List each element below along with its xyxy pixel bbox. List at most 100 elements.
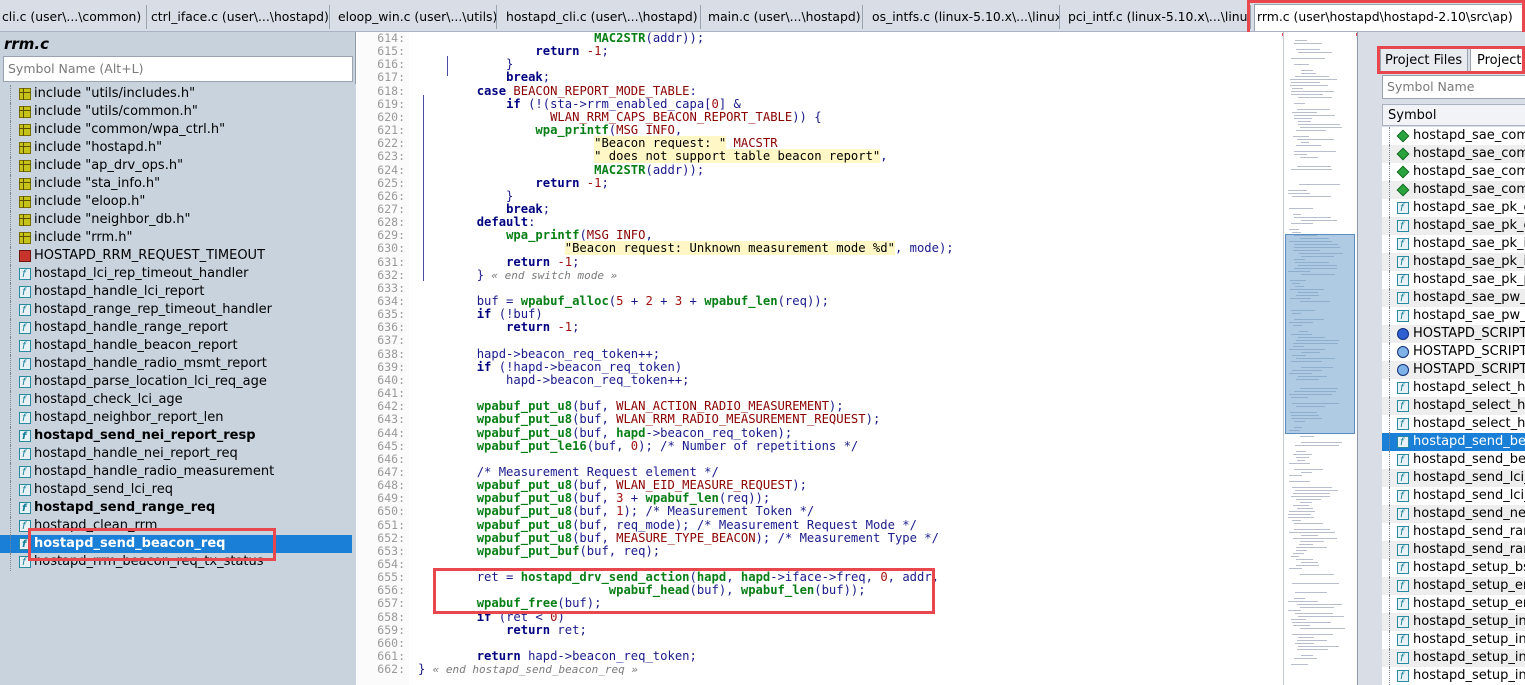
symbol-list-item[interactable]: hostapd_handle_nei_report_req bbox=[0, 445, 352, 464]
tab-ctrl-iface-c[interactable]: ctrl_iface.c (user\...\hostapd) bbox=[149, 5, 330, 29]
symbol-list-item[interactable]: hostapd_send_beacon_req bbox=[0, 535, 352, 554]
symbol-list-item[interactable]: hostapd_range_rep_timeout_handler bbox=[0, 301, 352, 320]
project-symbol-item[interactable]: HOSTAPD_SCRIPT_N bbox=[1382, 361, 1525, 379]
code-line: 614: MAC2STR(addr)); bbox=[357, 32, 1282, 45]
symbol-list-item[interactable]: include "sta_info.h" bbox=[0, 175, 352, 193]
function-icon bbox=[19, 464, 31, 482]
project-symbol-item[interactable]: hostapd_send_nei_r bbox=[1382, 505, 1525, 524]
line-number: 658: bbox=[377, 609, 405, 624]
include-icon bbox=[19, 106, 31, 118]
project-symbol-item[interactable]: hostapd_sae_comm bbox=[1382, 181, 1525, 199]
symbol-list-item[interactable]: include "common/wpa_ctrl.h" bbox=[0, 121, 352, 139]
tab-label: rrm.c (user\hostapd\hostapd-2.10\src\ap) bbox=[1257, 9, 1513, 24]
symbol-search-input[interactable]: Symbol Name (Alt+L) bbox=[3, 56, 353, 82]
project-symbol-item[interactable]: hostapd_sae_comm bbox=[1382, 127, 1525, 145]
tab-eloop-win-c[interactable]: eloop_win.c (user\...\utils) bbox=[336, 5, 497, 29]
project-symbol-item[interactable]: hostapd_sae_pk_in_ bbox=[1382, 235, 1525, 254]
symbol-list-item[interactable]: hostapd_send_range_req bbox=[0, 499, 352, 518]
project-symbol-item[interactable]: hostapd_send_beac bbox=[1382, 451, 1525, 470]
minimap-viewport[interactable] bbox=[1285, 234, 1355, 434]
code-text: /* Measurement Request element */ bbox=[476, 464, 719, 479]
symbol-list-item[interactable]: hostapd_parse_location_lci_req_age bbox=[0, 373, 352, 392]
minimap-line bbox=[1297, 508, 1313, 509]
project-symbol-item[interactable]: hostapd_sae_pk_pa bbox=[1382, 271, 1525, 290]
code-text: if (ret < 0) bbox=[476, 609, 565, 624]
function-icon bbox=[1397, 596, 1409, 614]
symbol-label: include "utils/common.h" bbox=[34, 104, 198, 119]
code-minimap[interactable] bbox=[1283, 32, 1356, 685]
project-symbol-item[interactable]: hostapd_send_rang bbox=[1382, 541, 1525, 560]
minimap-line bbox=[1295, 445, 1339, 446]
project-symbol-item[interactable]: hostapd_sae_pw_id bbox=[1382, 307, 1525, 326]
symbol-list-item[interactable]: include "eloop.h" bbox=[0, 193, 352, 211]
symbol-list-item[interactable]: hostapd_handle_lci_report bbox=[0, 283, 352, 302]
project-symbol-item[interactable]: hostapd_select_hw_ bbox=[1382, 397, 1525, 416]
symbol-list-item[interactable]: hostapd_rrm_beacon_req_tx_status bbox=[0, 553, 352, 572]
symbol-list-item[interactable]: include "utils/includes.h" bbox=[0, 85, 352, 103]
project-symbol-item[interactable]: hostapd_sae_comm bbox=[1382, 145, 1525, 163]
project-symbol-item[interactable]: hostapd_setup_inte bbox=[1382, 649, 1525, 668]
project-symbol-item[interactable]: hostapd_send_rang bbox=[1382, 523, 1525, 542]
symbol-list-item[interactable]: hostapd_handle_radio_measurement bbox=[0, 463, 352, 482]
tab-project-symbols[interactable]: Project S bbox=[1470, 48, 1525, 72]
project-symbol-item[interactable]: hostapd_sae_pk_in_ bbox=[1382, 253, 1525, 272]
symbol-list-item[interactable]: hostapd_handle_beacon_report bbox=[0, 337, 352, 356]
project-symbol-item[interactable]: hostapd_send_lci_re bbox=[1382, 469, 1525, 488]
symbol-list-item[interactable]: include "neighbor_db.h" bbox=[0, 211, 352, 229]
tree-connector bbox=[1389, 451, 1390, 469]
project-symbol-item[interactable]: HOSTAPD_SCRIPT_N bbox=[1382, 325, 1525, 343]
function-icon bbox=[1397, 398, 1409, 416]
symbol-list-item[interactable]: include "hostapd.h" bbox=[0, 139, 352, 157]
include-icon bbox=[19, 142, 31, 154]
project-symbol-item[interactable]: HOSTAPD_SCRIPT_N bbox=[1382, 343, 1525, 361]
project-symbol-item[interactable]: hostapd_setup_inte bbox=[1382, 613, 1525, 632]
symbol-list-item[interactable]: hostapd_lci_rep_timeout_handler bbox=[0, 265, 352, 284]
tab-project-files[interactable]: Project Files bbox=[1380, 48, 1468, 72]
symbol-list-item[interactable]: hostapd_check_lci_age bbox=[0, 391, 352, 410]
minimap-line bbox=[1289, 568, 1302, 569]
symbol-list-item[interactable]: hostapd_neighbor_report_len bbox=[0, 409, 352, 428]
project-symbol-item[interactable]: hostapd_sae_comm bbox=[1382, 163, 1525, 181]
symbol-list-item[interactable]: include "rrm.h" bbox=[0, 229, 352, 247]
symbol-list-item[interactable]: hostapd_handle_range_report bbox=[0, 319, 352, 338]
project-symbol-item[interactable]: hostapd_select_hw_ bbox=[1382, 379, 1525, 398]
symbol-list-item[interactable]: include "ap_drv_ops.h" bbox=[0, 157, 352, 175]
function-icon bbox=[19, 284, 31, 302]
tab-main-c[interactable]: main.c (user\...\hostapd) bbox=[706, 5, 863, 29]
project-symbol-item[interactable]: hostapd_sae_pk_ex bbox=[1382, 199, 1525, 218]
project-symbol-item[interactable]: hostapd_send_lci_re bbox=[1382, 487, 1525, 506]
tab-pci-intf-c[interactable]: pci_intf.c (linux-5.10.x\...\linux) bbox=[1066, 5, 1251, 29]
project-symbol-item[interactable]: hostapd_setup_encr bbox=[1382, 595, 1525, 614]
minimap-line bbox=[1294, 217, 1331, 218]
project-symbol-item[interactable]: hostapd_setup_bss bbox=[1382, 559, 1525, 578]
line-number: 645: bbox=[377, 438, 405, 453]
tab-cli-c[interactable]: cli.c (user\...\common) bbox=[0, 5, 147, 29]
symbol-column-header[interactable]: Symbol bbox=[1382, 104, 1525, 126]
tree-connector bbox=[10, 139, 11, 157]
symbol-window: rrm.c Symbol Name (Alt+L) include "utils… bbox=[0, 32, 356, 685]
project-symbol-item[interactable]: hostapd_setup_encr bbox=[1382, 577, 1525, 596]
project-symbol-item[interactable]: hostapd_sae_pw_id bbox=[1382, 289, 1525, 308]
line-number: 640: bbox=[377, 372, 405, 387]
symbol-list-item[interactable]: hostapd_send_nei_report_resp bbox=[0, 427, 352, 446]
tab-os-intfs-c[interactable]: os_intfs.c (linux-5.10.x\...\linux) bbox=[870, 5, 1060, 29]
project-symbol-search-input[interactable]: Symbol Name bbox=[1382, 75, 1525, 99]
symbol-list-item[interactable]: HOSTAPD_RRM_REQUEST_TIMEOUT bbox=[0, 247, 352, 265]
symbol-list-item[interactable]: hostapd_clean_rrm bbox=[0, 517, 352, 536]
symbol-list-item[interactable]: include "utils/common.h" bbox=[0, 103, 352, 121]
symbol-label: hostapd_parse_location_lci_req_age bbox=[34, 374, 267, 389]
symbol-list-item[interactable]: hostapd_handle_radio_msmt_report bbox=[0, 355, 352, 374]
tree-connector bbox=[10, 463, 11, 481]
code-line: 654: bbox=[357, 558, 1282, 571]
tab-rrm-c[interactable]: rrm.c (user\hostapd\hostapd-2.10\src\ap) bbox=[1254, 4, 1525, 31]
project-symbol-item[interactable]: hostapd_sae_pk_ex bbox=[1382, 217, 1525, 236]
project-symbol-item[interactable]: hostapd_send_beac bbox=[1382, 433, 1525, 452]
project-symbol-item[interactable]: hostapd_setup_inte bbox=[1382, 631, 1525, 650]
project-symbol-item[interactable]: hostapd_setup_inte bbox=[1382, 667, 1525, 685]
code-editor[interactable]: 614: MAC2STR(addr)); 615: return -1; 616: … bbox=[357, 32, 1282, 685]
tree-connector bbox=[10, 355, 11, 373]
tab-hostapd-cli-c[interactable]: hostapd_cli.c (user\...\hostapd) bbox=[504, 5, 701, 29]
project-symbol-item[interactable]: hostapd_select_hw_ bbox=[1382, 415, 1525, 434]
symbol-list-item[interactable]: hostapd_send_lci_req bbox=[0, 481, 352, 500]
minimap-line bbox=[1297, 166, 1331, 167]
